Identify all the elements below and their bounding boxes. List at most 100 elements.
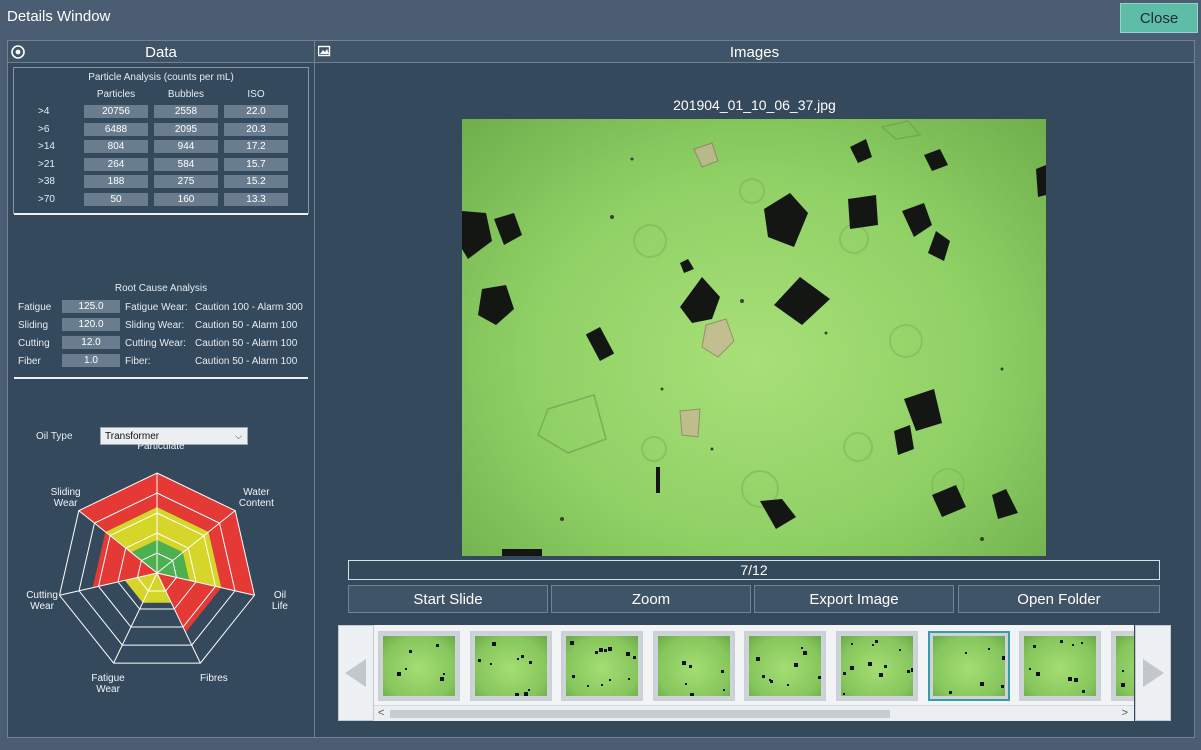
radar-axis-label: Particulate: [131, 441, 191, 452]
root-cause-value: 125.0: [62, 300, 120, 313]
iso-value: 15.2: [224, 175, 288, 188]
bubbles-value: 160: [154, 192, 218, 206]
root-cause-value: 120.0: [62, 318, 120, 331]
thumbnail[interactable]: [1019, 631, 1102, 701]
bubbles-value: 2558: [154, 105, 218, 118]
thumbnail[interactable]: [469, 631, 552, 701]
images-panel-header: Images: [315, 41, 1194, 63]
main-image[interactable]: [462, 119, 1046, 556]
images-panel-title: Images: [729, 44, 780, 61]
thumbnail[interactable]: [1110, 631, 1134, 701]
bubbles-value: 944: [154, 140, 218, 153]
root-cause-title: Root Cause Analysis: [114, 283, 208, 294]
wear-limits: Caution 50 - Alarm 100: [195, 320, 298, 331]
particles-value: 6488: [84, 122, 148, 136]
scroll-thumb[interactable]: [390, 710, 890, 718]
col-iso: ISO: [247, 89, 265, 100]
window-title: Details Window: [7, 8, 111, 25]
title-bar: Details Window Close: [0, 0, 1201, 36]
col-particles: Particles: [96, 89, 136, 100]
radar-axis-label-line: Wear: [30, 601, 54, 613]
data-panel-header: Data: [8, 41, 314, 63]
previous-arrow-button[interactable]: [338, 625, 374, 721]
bubbles-value: 275: [154, 175, 218, 188]
images-panel: Images 201904_01_10_06_37.jpg 7/12 Start…: [314, 40, 1195, 738]
wear-limits: Caution 50 - Alarm 100: [195, 338, 298, 349]
radar-axis-label-line: Cutting: [26, 590, 58, 602]
root-cause-label: Fiber: [18, 356, 41, 367]
root-cause-value: 1.0: [62, 354, 120, 367]
radar-axis-label-line: Sliding: [50, 486, 81, 498]
particles-value: 50: [84, 192, 148, 206]
radar-axis-label-line: Wear: [53, 497, 78, 509]
wear-type-label: Cutting Wear:: [125, 338, 186, 349]
export-image-button[interactable]: Export Image: [754, 585, 954, 613]
radar-axis-label-line: Particulate: [137, 441, 185, 452]
thumbnail[interactable]: [927, 631, 1010, 701]
radar-axis-label: Fatigue Wear: [78, 673, 138, 695]
radar-axis-label: Sliding Wear: [36, 487, 96, 509]
start-slide-button[interactable]: Start Slide: [348, 585, 548, 613]
chevron-down-icon: ⌵: [235, 431, 242, 441]
radar-axis-label-line: Fatigue: [91, 672, 125, 684]
data-panel: Data Particle Analysis (counts per mL) P…: [7, 40, 315, 738]
thumbnail-scrollbar[interactable]: < >: [374, 705, 1134, 721]
wear-type-label: Sliding Wear:: [125, 320, 185, 331]
image-counter: 7/12: [348, 560, 1160, 580]
radar-axis-label: Fibres: [184, 673, 244, 684]
bubbles-value: 584: [154, 157, 218, 171]
data-panel-title: Data: [145, 44, 177, 61]
particle-image: [462, 120, 1046, 556]
iso-value: 22.0: [224, 105, 288, 118]
radar-axis-label: Water Content: [226, 487, 286, 509]
wear-limits: Caution 50 - Alarm 100: [195, 356, 298, 367]
iso-value: 20.3: [224, 122, 288, 136]
oil-type-label: Oil Type: [36, 431, 73, 442]
thumbnail-strip[interactable]: < >: [374, 625, 1134, 721]
iso-value: 15.7: [224, 157, 288, 171]
wear-type-label: Fatigue Wear:: [125, 302, 188, 313]
thumbnail[interactable]: [836, 631, 918, 701]
size-label: >38: [38, 176, 55, 187]
divider: [14, 377, 308, 379]
thumbnail[interactable]: [561, 631, 644, 701]
chevron-right-icon: [1143, 659, 1164, 687]
thumbnail[interactable]: [378, 631, 460, 701]
zoom-button[interactable]: Zoom: [551, 585, 751, 613]
root-cause-label: Sliding: [18, 320, 49, 331]
size-label: >6: [38, 123, 50, 135]
col-bubbles: Bubbles: [167, 89, 205, 100]
wear-type-label: Fiber:: [125, 356, 151, 367]
radar-axis-label: Oil Life: [250, 590, 310, 612]
thumbnail[interactable]: [652, 631, 735, 701]
wear-limits: Caution 100 - Alarm 300: [195, 302, 303, 313]
next-arrow-button[interactable]: [1135, 625, 1171, 721]
size-label: >14: [38, 141, 55, 152]
divider: [14, 213, 308, 215]
particles-value: 804: [84, 140, 148, 153]
radar-axis-label-line: Oil: [273, 590, 287, 602]
iso-value: 17.2: [224, 140, 288, 153]
size-label: >70: [38, 193, 55, 205]
open-folder-button[interactable]: Open Folder: [958, 585, 1160, 613]
particles-value: 20756: [84, 105, 148, 118]
scroll-left-icon[interactable]: <: [378, 707, 384, 719]
root-cause-label: Fatigue: [18, 302, 52, 313]
radar-axis-label-line: Fibres: [200, 672, 228, 684]
radar-axis-label-line: Content: [238, 497, 274, 509]
radar-axis-label-line: Life: [271, 601, 288, 613]
image-filename: 201904_01_10_06_37.jpg: [673, 97, 836, 113]
radar-axis-label: Cutting Wear: [12, 590, 72, 612]
radar-axis-label-line: Wear: [96, 683, 120, 695]
iso-value: 13.3: [224, 192, 288, 206]
radar-axis-label-line: Water: [243, 486, 270, 498]
bubbles-value: 2095: [154, 122, 218, 136]
particles-value: 188: [84, 175, 148, 188]
thumbnail[interactable]: [744, 631, 827, 701]
close-button[interactable]: Close: [1120, 3, 1198, 33]
particles-value: 264: [84, 157, 148, 171]
root-cause-value: 12.0: [62, 336, 120, 349]
size-label: >21: [38, 158, 55, 170]
scroll-right-icon[interactable]: >: [1122, 707, 1128, 719]
root-cause-label: Cutting: [18, 338, 50, 349]
